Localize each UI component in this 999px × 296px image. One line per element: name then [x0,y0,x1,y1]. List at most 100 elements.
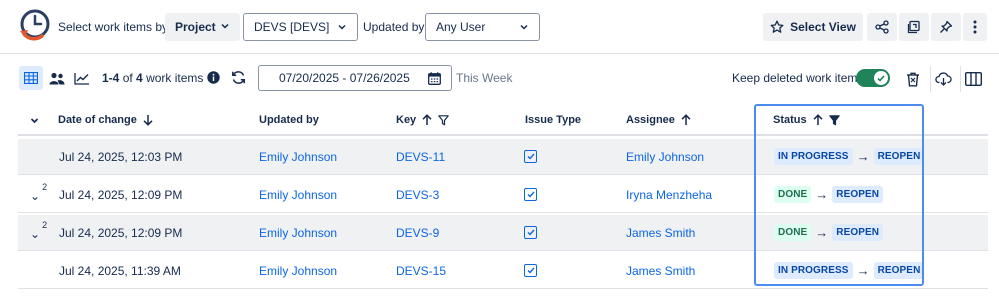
sort-up-icon [422,114,432,125]
column-updated-by-label: Updated by [259,114,319,126]
sort-down-icon [143,115,153,126]
delete-history-button[interactable] [900,66,926,92]
table-row[interactable]: ⌄2 Jul 24, 2025, 12:09 PM Emily Johnson … [18,177,988,213]
assignee-link[interactable]: Iryna Menzheha [626,188,712,202]
check-icon [877,74,885,82]
more-vertical-icon [973,20,977,34]
issue-key-link[interactable]: DEVS-3 [396,188,439,202]
updated-by-label: Updated by: [363,20,428,34]
column-issue-type-label: Issue Type [525,114,582,126]
chevron-down-icon [520,24,528,30]
refresh-icon[interactable] [231,70,246,85]
updated-by-dropdown[interactable]: Any User [425,13,540,41]
arrow-right-icon: → [856,149,870,164]
task-type-icon [524,264,537,277]
keep-deleted-toggle[interactable] [856,69,890,87]
sort-up-icon [813,114,823,125]
chevron-down-icon [221,23,229,29]
date-range-value: 07/20/2025 - 07/26/2025 [279,71,410,85]
chart-view-button[interactable] [70,66,94,90]
updated-by-link[interactable]: Emily Johnson [259,188,337,202]
trash-icon [907,72,919,86]
column-header-assignee[interactable]: Assignee [626,114,691,126]
table-row[interactable]: Jul 24, 2025, 11:39 AM Emily Johnson DEV… [18,253,988,289]
export-button[interactable] [899,13,929,41]
columns-icon [965,72,982,86]
item-range: 1-4 [102,71,120,85]
assignee-link[interactable]: James Smith [626,264,695,278]
collapse-all-icon[interactable] [30,116,39,125]
issue-key-link[interactable]: DEVS-15 [396,264,446,278]
item-count: 1-4 of 4 work items [102,71,203,85]
date-range-picker[interactable]: 07/20/2025 - 07/26/2025 [258,65,452,91]
project-value: DEVS [DEVS] [254,20,330,34]
column-status-label: Status [773,114,807,126]
line-chart-icon [74,72,89,85]
row-change-count: 2 [42,182,48,192]
star-icon [770,20,784,33]
share-icon [875,20,889,34]
filter-icon [438,114,449,125]
share-button[interactable] [867,13,897,41]
assignee-link[interactable]: Emily Johnson [626,150,704,164]
updated-by-link[interactable]: Emily Johnson [259,150,337,164]
row-expander[interactable] [30,263,32,279]
sort-up-icon [681,114,691,125]
users-view-button[interactable] [45,66,69,90]
status-from-badge: DONE [774,224,812,241]
arrow-right-icon: → [815,225,829,240]
task-type-icon [524,226,537,239]
task-type-icon [524,150,537,163]
cloud-download-button[interactable] [930,66,956,92]
updated-by-link[interactable]: Emily Johnson [259,226,337,240]
table-view-button[interactable] [19,66,43,90]
date-cell: Jul 24, 2025, 11:39 AM [59,264,181,278]
row-expander[interactable]: ⌄2 [30,182,47,203]
issue-key-link[interactable]: DEVS-11 [396,150,445,164]
status-to-badge: REOPEN [873,148,925,165]
date-cell: Jul 24, 2025, 12:09 PM [59,226,183,240]
columns-button[interactable] [960,66,986,92]
status-to-badge: REOPEN [873,262,925,279]
status-to-badge: REOPEN [832,224,884,241]
status-from-badge: IN PROGRESS [774,262,853,279]
select-by-label: Select work items by: [58,20,172,34]
task-type-icon [524,188,537,201]
select-view-label: Select View [790,20,856,34]
table-header: Date of change Updated by Key Issue Type… [18,104,988,136]
column-header-key[interactable]: Key [396,114,449,126]
select-view-button[interactable]: Select View [763,13,863,41]
status-transition: IN PROGRESS → REOPEN [774,262,925,279]
group-by-dropdown[interactable]: Project [165,13,240,41]
status-from-badge: IN PROGRESS [774,148,853,165]
status-to-badge: REOPEN [832,186,884,203]
table-row[interactable]: Jul 24, 2025, 12:03 PM Emily Johnson DEV… [18,139,988,175]
assignee-link[interactable]: James Smith [626,226,695,240]
column-header-status[interactable]: Status [773,114,840,126]
row-change-count: 2 [42,220,48,230]
column-header-updated-by[interactable]: Updated by [259,114,319,126]
users-icon [49,72,65,84]
chevron-down-icon [338,24,346,30]
status-transition: DONE → REOPEN [774,224,884,241]
info-icon[interactable] [207,71,220,84]
top-bar: Select work items by: Project DEVS [DEVS… [0,0,999,54]
column-header-date[interactable]: Date of change [58,114,153,126]
status-transition: DONE → REOPEN [774,186,884,203]
column-date-label: Date of change [58,114,137,126]
group-by-value: Project [175,20,216,34]
issue-key-link[interactable]: DEVS-9 [396,226,439,240]
filter-active-icon [828,114,840,125]
date-cell: Jul 24, 2025, 12:03 PM [59,150,183,164]
column-header-issue-type[interactable]: Issue Type [525,114,581,126]
row-expander[interactable]: ⌄2 [30,220,47,241]
pin-button[interactable] [931,13,961,41]
table-row[interactable]: ⌄2 Jul 24, 2025, 12:09 PM Emily Johnson … [18,215,988,251]
updated-by-link[interactable]: Emily Johnson [259,264,337,278]
project-dropdown[interactable]: DEVS [DEVS] [243,13,358,41]
more-options-button[interactable] [963,13,987,41]
export-icon [907,20,920,34]
row-expander[interactable] [30,149,32,165]
column-key-label: Key [396,114,417,126]
keep-deleted-label: Keep deleted work items [732,71,864,85]
